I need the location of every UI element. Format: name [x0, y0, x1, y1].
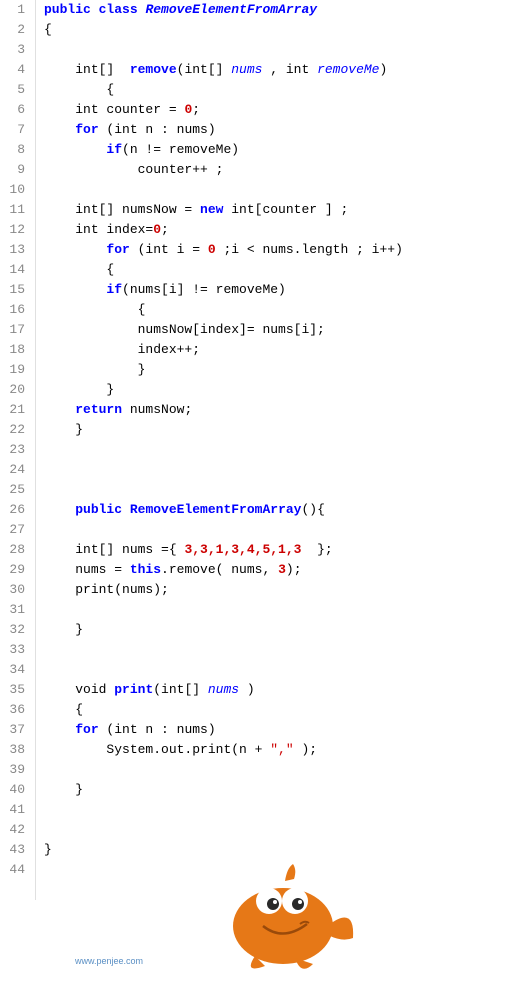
line-number: 14	[0, 260, 25, 280]
code-line: for (int n : nums)	[44, 120, 508, 140]
code-line: {	[44, 260, 508, 280]
line-number: 41	[0, 800, 25, 820]
line-number: 2	[0, 20, 25, 40]
penjee-mascot-icon	[225, 846, 355, 976]
line-number: 3	[0, 40, 25, 60]
code-line: }	[44, 620, 508, 640]
line-number: 37	[0, 720, 25, 740]
code-line: int index=0;	[44, 220, 508, 240]
line-number: 40	[0, 780, 25, 800]
code-line	[44, 460, 508, 480]
code-line: public RemoveElementFromArray(){	[44, 500, 508, 520]
line-number: 35	[0, 680, 25, 700]
code-line: void print(int[] nums )	[44, 680, 508, 700]
code-line: return numsNow;	[44, 400, 508, 420]
line-number: 19	[0, 360, 25, 380]
line-number	[0, 880, 25, 900]
line-number: 21	[0, 400, 25, 420]
line-number: 39	[0, 760, 25, 780]
line-number: 9	[0, 160, 25, 180]
line-number: 30	[0, 580, 25, 600]
code-line	[44, 820, 508, 840]
line-number: 23	[0, 440, 25, 460]
code-line: index++;	[44, 340, 508, 360]
line-number: 11	[0, 200, 25, 220]
line-number: 44	[0, 860, 25, 880]
line-number: 22	[0, 420, 25, 440]
code-line	[44, 180, 508, 200]
line-number: 43	[0, 840, 25, 860]
code-content: public class RemoveElementFromArray { in…	[36, 0, 508, 900]
line-number: 33	[0, 640, 25, 660]
code-line: numsNow[index]= nums[i];	[44, 320, 508, 340]
code-line: {	[44, 300, 508, 320]
code-line: nums = this.remove( nums, 3);	[44, 560, 508, 580]
code-line	[44, 440, 508, 460]
line-number: 10	[0, 180, 25, 200]
code-line: int[] nums ={ 3,3,1,3,4,5,1,3 };	[44, 540, 508, 560]
code-line: {	[44, 700, 508, 720]
code-line: if(n != removeMe)	[44, 140, 508, 160]
code-line: }	[44, 360, 508, 380]
code-line: int[] numsNow = new int[counter ] ;	[44, 200, 508, 220]
code-line: {	[44, 20, 508, 40]
code-line	[44, 600, 508, 620]
line-number: 4	[0, 60, 25, 80]
code-line: }	[44, 380, 508, 400]
code-line: }	[44, 780, 508, 800]
line-number: 24	[0, 460, 25, 480]
line-number: 12	[0, 220, 25, 240]
line-number: 26	[0, 500, 25, 520]
code-line	[44, 40, 508, 60]
line-number: 16	[0, 300, 25, 320]
code-line	[44, 800, 508, 820]
line-numbers-gutter: 1 2 3 4 5 6 7 8 9 10 11 12 13 14 15 16 1…	[0, 0, 36, 900]
code-line: }	[44, 420, 508, 440]
line-number: 27	[0, 520, 25, 540]
code-line: {	[44, 80, 508, 100]
line-number: 34	[0, 660, 25, 680]
line-number: 17	[0, 320, 25, 340]
line-number: 1	[0, 0, 25, 20]
line-number: 28	[0, 540, 25, 560]
line-number: 42	[0, 820, 25, 840]
code-line: public class RemoveElementFromArray	[44, 0, 508, 20]
line-number: 20	[0, 380, 25, 400]
line-number: 31	[0, 600, 25, 620]
code-line: int[] remove(int[] nums , int removeMe)	[44, 60, 508, 80]
code-editor: 1 2 3 4 5 6 7 8 9 10 11 12 13 14 15 16 1…	[0, 0, 508, 900]
code-line: if(nums[i] != removeMe)	[44, 280, 508, 300]
code-line: for (int n : nums)	[44, 720, 508, 740]
code-line: counter++ ;	[44, 160, 508, 180]
line-number: 29	[0, 560, 25, 580]
code-line	[44, 660, 508, 680]
line-number: 32	[0, 620, 25, 640]
line-number: 7	[0, 120, 25, 140]
code-line: int counter = 0;	[44, 100, 508, 120]
line-number: 18	[0, 340, 25, 360]
line-number: 13	[0, 240, 25, 260]
code-line	[44, 480, 508, 500]
line-number: 25	[0, 480, 25, 500]
code-line: for (int i = 0 ;i < nums.length ; i++)	[44, 240, 508, 260]
line-number: 38	[0, 740, 25, 760]
code-line	[44, 760, 508, 780]
line-number: 36	[0, 700, 25, 720]
line-number: 15	[0, 280, 25, 300]
code-line	[44, 520, 508, 540]
line-number: 6	[0, 100, 25, 120]
code-line: print(nums);	[44, 580, 508, 600]
line-number: 8	[0, 140, 25, 160]
website-url: www.penjee.com	[75, 956, 143, 966]
line-number: 5	[0, 80, 25, 100]
code-line	[44, 640, 508, 660]
code-line: System.out.print(n + "," );	[44, 740, 508, 760]
